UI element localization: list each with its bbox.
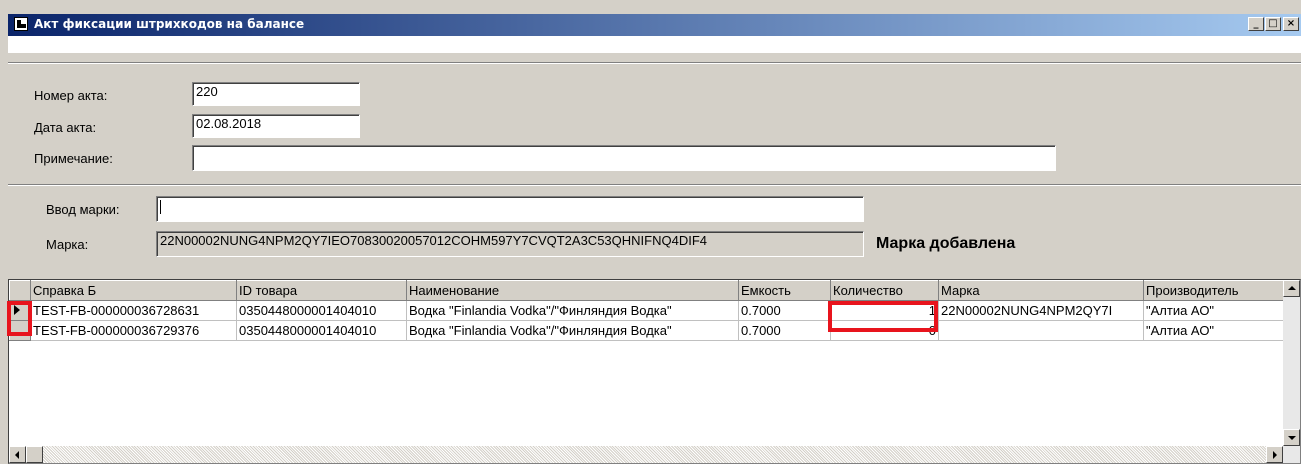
toolbar-area	[8, 36, 1301, 53]
divider	[8, 184, 1301, 186]
scroll-thumb[interactable]	[26, 446, 43, 463]
cell-quantity[interactable]: 0	[830, 320, 939, 341]
table-row[interactable]: TEST-FB-000000036729376 0350448000001404…	[9, 320, 1284, 341]
text-caret	[160, 199, 161, 214]
mark-value-field: 22N00002NUNG4NPM2QY7IEO70830020057012COH…	[156, 231, 864, 257]
note-label: Примечание:	[34, 151, 113, 166]
header-indicator-cell	[9, 280, 31, 301]
arrow-down-icon	[1288, 436, 1296, 440]
grid-header-row: Справка Б ID товара Наименование Емкость…	[9, 280, 1284, 301]
column-header[interactable]: Количество	[830, 280, 939, 301]
act-date-field[interactable]: 02.08.2018	[192, 114, 360, 138]
arrow-right-icon	[1273, 451, 1277, 459]
column-header[interactable]: ID товара	[236, 280, 407, 301]
arrow-up-icon	[1288, 286, 1296, 290]
act-number-field[interactable]: 220	[192, 82, 360, 106]
mark-input-label: Ввод марки:	[46, 202, 120, 217]
minimize-button[interactable]: _	[1248, 17, 1264, 31]
act-number-label: Номер акта:	[34, 88, 108, 103]
horizontal-scrollbar[interactable]	[9, 446, 1283, 463]
mark-input-field[interactable]	[156, 196, 864, 222]
cell-capacity[interactable]: 0.7000	[738, 320, 831, 341]
scroll-up-button[interactable]	[1283, 280, 1300, 297]
scroll-right-button[interactable]	[1266, 446, 1283, 463]
cell-mark[interactable]	[938, 320, 1144, 341]
column-header[interactable]: Емкость	[738, 280, 831, 301]
cell-name[interactable]: Водка "Finlandia Vodka"/"Финляндия Водка…	[406, 320, 739, 341]
column-header[interactable]: Наименование	[406, 280, 739, 301]
row-indicator-cell[interactable]	[9, 300, 31, 321]
cell-id[interactable]: 0350448000001404010	[236, 320, 407, 341]
form-app-icon[interactable]	[14, 17, 28, 31]
cell-id[interactable]: 0350448000001404010	[236, 300, 407, 321]
cell-capacity[interactable]: 0.7000	[738, 300, 831, 321]
cell-mark[interactable]: 22N00002NUNG4NPM2QY7I	[938, 300, 1144, 321]
divider	[8, 62, 1301, 64]
note-field[interactable]	[192, 145, 1056, 171]
status-message: Марка добавлена	[876, 235, 1016, 252]
window-title: Акт фиксации штрихкодов на балансе	[34, 17, 305, 31]
main-window: Акт фиксации штрихкодов на балансе _ □ ×…	[0, 0, 1301, 464]
cell-spravka[interactable]: TEST-FB-000000036728631	[30, 300, 237, 321]
column-header[interactable]: Марка	[938, 280, 1144, 301]
mark-label: Марка:	[46, 237, 89, 252]
row-indicator-cell[interactable]	[9, 320, 31, 341]
cell-producer[interactable]: "Алтиа АО"	[1143, 300, 1284, 321]
cell-spravka[interactable]: TEST-FB-000000036729376	[30, 320, 237, 341]
vertical-scrollbar[interactable]	[1283, 280, 1300, 463]
cell-producer[interactable]: "Алтиа АО"	[1143, 320, 1284, 341]
restore-button[interactable]: □	[1265, 17, 1281, 31]
column-header[interactable]: Справка Б	[30, 280, 237, 301]
act-date-label: Дата акта:	[34, 120, 97, 135]
cell-name[interactable]: Водка "Finlandia Vodka"/"Финляндия Водка…	[406, 300, 739, 321]
column-header[interactable]: Производитель	[1143, 280, 1284, 301]
current-row-arrow-icon	[14, 305, 20, 315]
barcode-grid[interactable]: Справка Б ID товара Наименование Емкость…	[8, 279, 1301, 464]
arrow-left-icon	[15, 451, 19, 459]
scroll-left-button[interactable]	[9, 446, 26, 463]
table-row[interactable]: TEST-FB-000000036728631 0350448000001404…	[9, 300, 1284, 321]
grid-table: Справка Б ID товара Наименование Емкость…	[9, 280, 1284, 341]
close-button[interactable]: ×	[1283, 17, 1299, 31]
cell-quantity[interactable]: 1	[830, 300, 939, 321]
scroll-down-button[interactable]	[1283, 429, 1300, 446]
title-bar[interactable]: Акт фиксации штрихкодов на балансе _ □ ×	[8, 14, 1301, 36]
